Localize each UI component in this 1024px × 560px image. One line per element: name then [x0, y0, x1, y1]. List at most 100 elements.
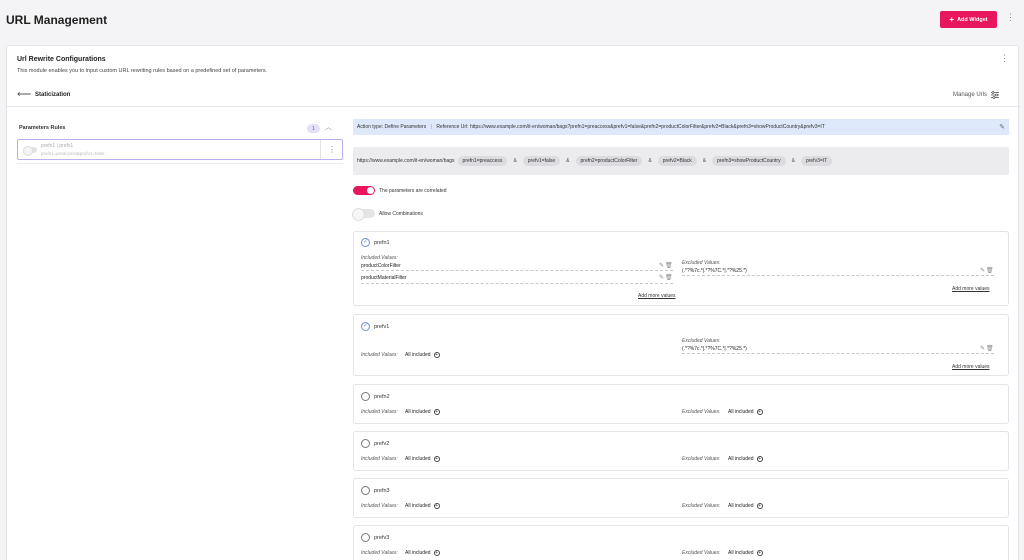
add-widget-button[interactable]: + Add Widget: [940, 11, 997, 28]
param-card-prefv3: prefv3 Included Values: All included + Ex…: [353, 525, 1009, 560]
manage-urls-label: Manage Urls: [953, 92, 988, 98]
param-radio[interactable]: [361, 439, 370, 448]
included-all[interactable]: All included +: [405, 456, 440, 462]
plus-circle-icon[interactable]: +: [756, 503, 763, 509]
rules-count-badge: 1: [307, 124, 320, 133]
edit-icon[interactable]: ✎: [999, 123, 1005, 131]
divider: [17, 163, 343, 164]
divider: [7, 106, 1020, 107]
module-subtitle: This module enables you to input custom …: [17, 68, 268, 74]
excluded-all[interactable]: All included +: [728, 503, 763, 509]
param-name: prefn1: [374, 240, 390, 246]
excluded-value: (.*?%7c.*|.*?%7C.*|.*?%25.*): [682, 268, 747, 274]
param-chip[interactable]: prefv3=IT: [800, 156, 833, 166]
included-label: Included Values:: [361, 503, 398, 509]
divider: [361, 270, 673, 271]
param-radio[interactable]: [361, 238, 370, 247]
excluded-label: Excluded Values:: [682, 260, 721, 266]
combinations-toggle-row[interactable]: Allow Combinations: [352, 208, 423, 221]
separator: &: [513, 158, 517, 164]
excluded-all[interactable]: All included +: [728, 456, 763, 462]
included-all[interactable]: All included +: [405, 352, 440, 358]
plus-circle-icon[interactable]: +: [433, 409, 440, 415]
param-chip[interactable]: prefv1=false: [522, 156, 561, 166]
excluded-all-label: All included: [728, 409, 754, 415]
param-radio[interactable]: [361, 392, 370, 401]
rule-more-icon[interactable]: ⋮: [320, 140, 343, 159]
correlated-toggle-row[interactable]: The parameters are correlated: [353, 186, 447, 195]
plus-circle-icon[interactable]: +: [756, 456, 763, 462]
param-chip[interactable]: prefn2=productColorFilter: [575, 156, 643, 166]
param-card-prefv2: prefv2 Included Values: All included + Ex…: [353, 431, 1009, 471]
separator: &: [648, 158, 652, 164]
included-all-label: All included: [405, 456, 431, 462]
add-more-values-link[interactable]: Add more values: [952, 286, 990, 292]
included-all-label: All included: [405, 409, 431, 415]
included-value: productMaterialFilter: [361, 275, 407, 281]
included-all[interactable]: All included +: [405, 550, 440, 556]
plus-circle-icon[interactable]: +: [433, 503, 440, 509]
param-chip[interactable]: prefn1=preaccess: [457, 156, 508, 166]
excluded-all[interactable]: All included +: [728, 409, 763, 415]
separator: &: [702, 158, 707, 164]
excluded-label: Excluded Values:: [682, 456, 721, 462]
excluded-value: (.*?%7c.*|.*?%7C.*|.*?%25.*): [682, 346, 747, 352]
reference-url-value: https://www.example.com/it-en/woman/bags…: [469, 124, 825, 130]
rule-name: prefn1 | prefv1: [41, 143, 74, 149]
excluded-all[interactable]: All included +: [728, 550, 763, 556]
param-radio[interactable]: [361, 322, 370, 331]
action-type-value: Define Parameters: [384, 124, 427, 130]
correlated-toggle[interactable]: [353, 186, 375, 195]
separator: &: [566, 158, 570, 164]
param-radio[interactable]: [361, 486, 370, 495]
add-more-values-link[interactable]: Add more values: [952, 364, 990, 370]
url-base: https://www.example.com/it-en/woman/bags: [357, 158, 455, 164]
edit-delete-icons[interactable]: ✎🗑: [659, 274, 674, 281]
module-title: Url Rewrite Configurations: [17, 56, 106, 63]
back-arrow-icon[interactable]: ⟵: [17, 89, 31, 100]
excluded-all-label: All included: [728, 456, 754, 462]
included-value: productColorFilter: [361, 263, 401, 269]
divider: [682, 275, 994, 276]
card-more-icon[interactable]: ⋮: [1000, 54, 1009, 63]
included-all-label: All included: [405, 550, 431, 556]
rule-item[interactable]: prefn1 | prefv1 prefn1=preaccess&prefv1=…: [17, 139, 343, 160]
add-more-values-link[interactable]: Add more values: [638, 293, 676, 299]
edit-delete-icons[interactable]: ✎🗑: [659, 262, 674, 269]
info-bar: Action type: Define Parameters | Referen…: [353, 119, 1009, 135]
included-label: Included Values:: [361, 352, 398, 358]
included-all-label: All included: [405, 503, 431, 509]
section-label: Staticization: [35, 92, 71, 98]
plus-circle-icon[interactable]: +: [433, 456, 440, 462]
param-chip[interactable]: prefv2=Black: [657, 156, 697, 166]
edit-delete-icons[interactable]: ✎🗑: [980, 345, 995, 352]
combinations-toggle[interactable]: [352, 208, 375, 221]
excluded-label: Excluded Values:: [682, 409, 721, 415]
separator: &: [791, 158, 795, 164]
reference-url-label: Reference Url:: [436, 124, 469, 130]
plus-circle-icon[interactable]: +: [756, 409, 763, 415]
included-label: Included Values:: [361, 456, 398, 462]
combinations-label: Allow Combinations: [379, 210, 423, 217]
param-card-prefn3: prefn3 Included Values: All included + Ex…: [353, 478, 1009, 518]
param-radio[interactable]: [361, 533, 370, 542]
add-widget-label: Add Widget: [957, 16, 988, 23]
rule-toggle[interactable]: [23, 146, 37, 156]
included-all[interactable]: All included +: [405, 503, 440, 509]
more-options-icon[interactable]: ⋮: [1006, 13, 1015, 22]
page-title: URL Management: [6, 13, 108, 27]
param-chip[interactable]: prefn3=showProductCountry: [712, 156, 786, 166]
included-label: Included Values:: [361, 409, 398, 415]
edit-delete-icons[interactable]: ✎🗑: [980, 267, 995, 274]
divider: [361, 283, 673, 284]
rules-heading: Parameters Rules: [19, 125, 66, 131]
param-card-prefv1: prefv1 Included Values: All included+ Ex…: [353, 314, 1009, 376]
manage-urls-button[interactable]: Manage Urls: [953, 91, 1000, 99]
excluded-label: Excluded Values:: [682, 550, 721, 556]
plus-circle-icon[interactable]: +: [433, 352, 440, 358]
chevron-up-icon[interactable]: ︿: [325, 122, 332, 132]
divider: [682, 353, 994, 354]
included-all[interactable]: All included +: [405, 409, 440, 415]
plus-circle-icon[interactable]: +: [433, 550, 440, 556]
plus-circle-icon[interactable]: +: [756, 550, 763, 556]
